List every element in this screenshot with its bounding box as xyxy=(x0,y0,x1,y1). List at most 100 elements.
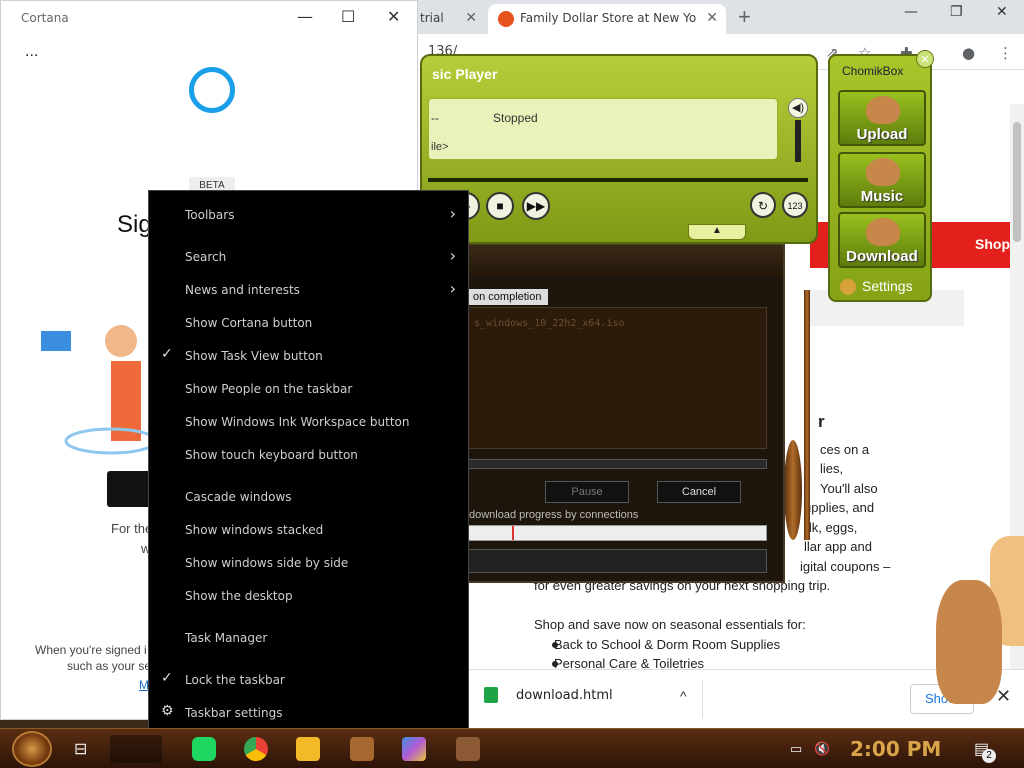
menu-icon[interactable]: ⋮ xyxy=(998,44,1013,62)
collapse-tab[interactable]: ▲ xyxy=(688,224,746,240)
menu-item-toolbars[interactable]: Toolbars › xyxy=(149,200,468,230)
stop-button[interactable]: ■ xyxy=(486,192,514,220)
hamster-icon xyxy=(866,96,900,124)
new-tab-button[interactable]: + xyxy=(738,3,751,31)
profile-icon[interactable]: ● xyxy=(962,44,975,62)
download-button[interactable]: Download xyxy=(838,212,926,268)
maximize-button[interactable]: ☐ xyxy=(341,7,355,26)
music-player: sic Player -- Stopped ile> ◀) ▶ ■ ▶▶ ↻ 1… xyxy=(420,54,818,244)
pause-button[interactable]: Pause xyxy=(545,481,629,503)
notification-count-badge: 2 xyxy=(982,749,996,763)
menu-item-label: Toolbars xyxy=(185,208,235,222)
file-icon xyxy=(484,687,498,703)
menu-item-task-manager[interactable]: Task Manager xyxy=(149,623,468,653)
player-status: Stopped xyxy=(493,111,538,125)
chomikbox-title: ChomikBox xyxy=(842,64,904,78)
tab-on-completion[interactable]: on completion xyxy=(467,289,548,305)
menu-item-show-touch-keyboard[interactable]: Show touch keyboard button xyxy=(149,440,468,470)
menu-item-news-and-interests[interactable]: News and interests › xyxy=(149,275,468,305)
cancel-button[interactable]: Cancel xyxy=(657,481,741,503)
upload-label: Upload xyxy=(856,126,908,143)
taskbar-app-icon[interactable] xyxy=(402,737,426,761)
task-view-icon[interactable]: ⊟ xyxy=(74,739,87,759)
close-download-bar-button[interactable]: ✕ xyxy=(996,686,1011,707)
taskbar: ⊟ ▭ 🔇 2:00 PM ▤ 2 xyxy=(0,728,1024,768)
menu-item-label: Lock the taskbar xyxy=(185,673,285,687)
menu-item-label: Show Windows Ink Workspace button xyxy=(185,415,410,429)
minimize-button[interactable]: — xyxy=(904,4,918,20)
divider xyxy=(702,680,703,718)
close-icon[interactable]: ✕ xyxy=(916,50,934,68)
settings-button[interactable]: Settings xyxy=(840,278,913,296)
volume-icon[interactable]: ◀) xyxy=(788,98,808,118)
volume-muted-icon[interactable]: 🔇 xyxy=(814,741,830,757)
tab-family-dollar[interactable]: Family Dollar Store at New Yo ✕ xyxy=(488,4,726,34)
tab-trial[interactable]: trial ✕ xyxy=(410,4,485,34)
start-button[interactable] xyxy=(12,731,52,767)
chevron-right-icon: › xyxy=(449,279,456,298)
gear-decoration xyxy=(784,440,802,540)
spotify-app-icon[interactable] xyxy=(192,737,216,761)
tab-trial-label: trial xyxy=(420,11,444,25)
music-label: Music xyxy=(860,188,904,205)
menu-item-show-task-view[interactable]: ✓ Show Task View button xyxy=(149,341,468,371)
menu-item-show-people[interactable]: Show People on the taskbar xyxy=(149,374,468,404)
menu-item-show-ink-workspace[interactable]: Show Windows Ink Workspace button xyxy=(149,407,468,437)
chevron-up-icon[interactable]: ^ xyxy=(680,688,687,704)
menu-item-lock-taskbar[interactable]: ✓ Lock the taskbar xyxy=(149,665,468,695)
close-window-button[interactable]: ✕ xyxy=(996,4,1008,20)
taskbar-app-icon[interactable] xyxy=(350,737,374,761)
menu-item-show-cortana[interactable]: Show Cortana button xyxy=(149,308,468,338)
cortana-ring-icon xyxy=(189,67,235,113)
menu-item-windows-stacked[interactable]: Show windows stacked xyxy=(149,515,468,545)
chrome-app-icon[interactable] xyxy=(244,737,268,761)
menu-item-side-by-side[interactable]: Show windows side by side xyxy=(149,548,468,578)
menu-item-label: Show touch keyboard button xyxy=(185,448,358,462)
menu-item-cascade-windows[interactable]: Cascade windows xyxy=(149,482,468,512)
search-box[interactable] xyxy=(110,735,162,763)
hamster-mascot-image xyxy=(936,580,1002,704)
sequence-button[interactable]: 123 xyxy=(782,192,808,218)
progress-marker xyxy=(512,526,514,540)
clock[interactable]: 2:00 PM xyxy=(850,737,941,761)
close-icon[interactable]: ✕ xyxy=(465,4,477,32)
minimize-button[interactable]: — xyxy=(297,7,313,26)
article-heading: r xyxy=(818,412,825,431)
next-button[interactable]: ▶▶ xyxy=(522,192,550,220)
close-button[interactable]: ✕ xyxy=(387,7,400,26)
player-file: ile> xyxy=(431,141,449,153)
dialog-titlebar[interactable] xyxy=(457,245,783,277)
menu-item-label: Cascade windows xyxy=(185,490,292,504)
chevron-right-icon: › xyxy=(449,246,456,265)
close-icon[interactable]: ✕ xyxy=(706,4,718,32)
file-explorer-icon[interactable] xyxy=(296,737,320,761)
shop-button[interactable]: Shop xyxy=(975,236,1010,252)
music-button[interactable]: Music xyxy=(838,152,926,208)
menu-item-label: Taskbar settings xyxy=(185,706,283,720)
more-options-button[interactable]: ... xyxy=(25,43,38,61)
download-item[interactable]: download.html xyxy=(484,687,613,703)
article-line: igital coupons – xyxy=(800,559,891,574)
download-log: s_windows_10_22h2_x64.iso xyxy=(467,307,767,449)
upload-button[interactable]: Upload xyxy=(838,90,926,146)
menu-item-label: Show Task View button xyxy=(185,349,323,363)
seek-bar[interactable] xyxy=(428,178,808,182)
download-dialog: on completion s_windows_10_22h2_x64.iso … xyxy=(455,243,785,583)
restore-button[interactable]: ❐ xyxy=(950,4,963,20)
check-icon: ✓ xyxy=(161,670,173,686)
download-file-name: s_windows_10_22h2_x64.iso xyxy=(474,318,625,329)
menu-item-taskbar-settings[interactable]: ⚙ Taskbar settings xyxy=(149,698,468,728)
settings-label: Settings xyxy=(862,278,913,294)
scroll-thumb[interactable] xyxy=(1013,122,1021,242)
menu-item-search[interactable]: Search › xyxy=(149,242,468,272)
repeat-button[interactable]: ↻ xyxy=(750,192,776,218)
menu-item-label: News and interests xyxy=(185,283,300,297)
chomikbox-app-icon[interactable] xyxy=(456,737,480,761)
network-icon[interactable]: ▭ xyxy=(790,741,802,757)
connections-graph xyxy=(467,549,767,573)
menu-item-label: Show People on the taskbar xyxy=(185,382,353,396)
menu-item-label: Task Manager xyxy=(185,631,268,645)
volume-slider[interactable] xyxy=(795,120,801,162)
menu-item-label: Show windows side by side xyxy=(185,556,349,570)
menu-item-show-desktop[interactable]: Show the desktop xyxy=(149,581,468,611)
